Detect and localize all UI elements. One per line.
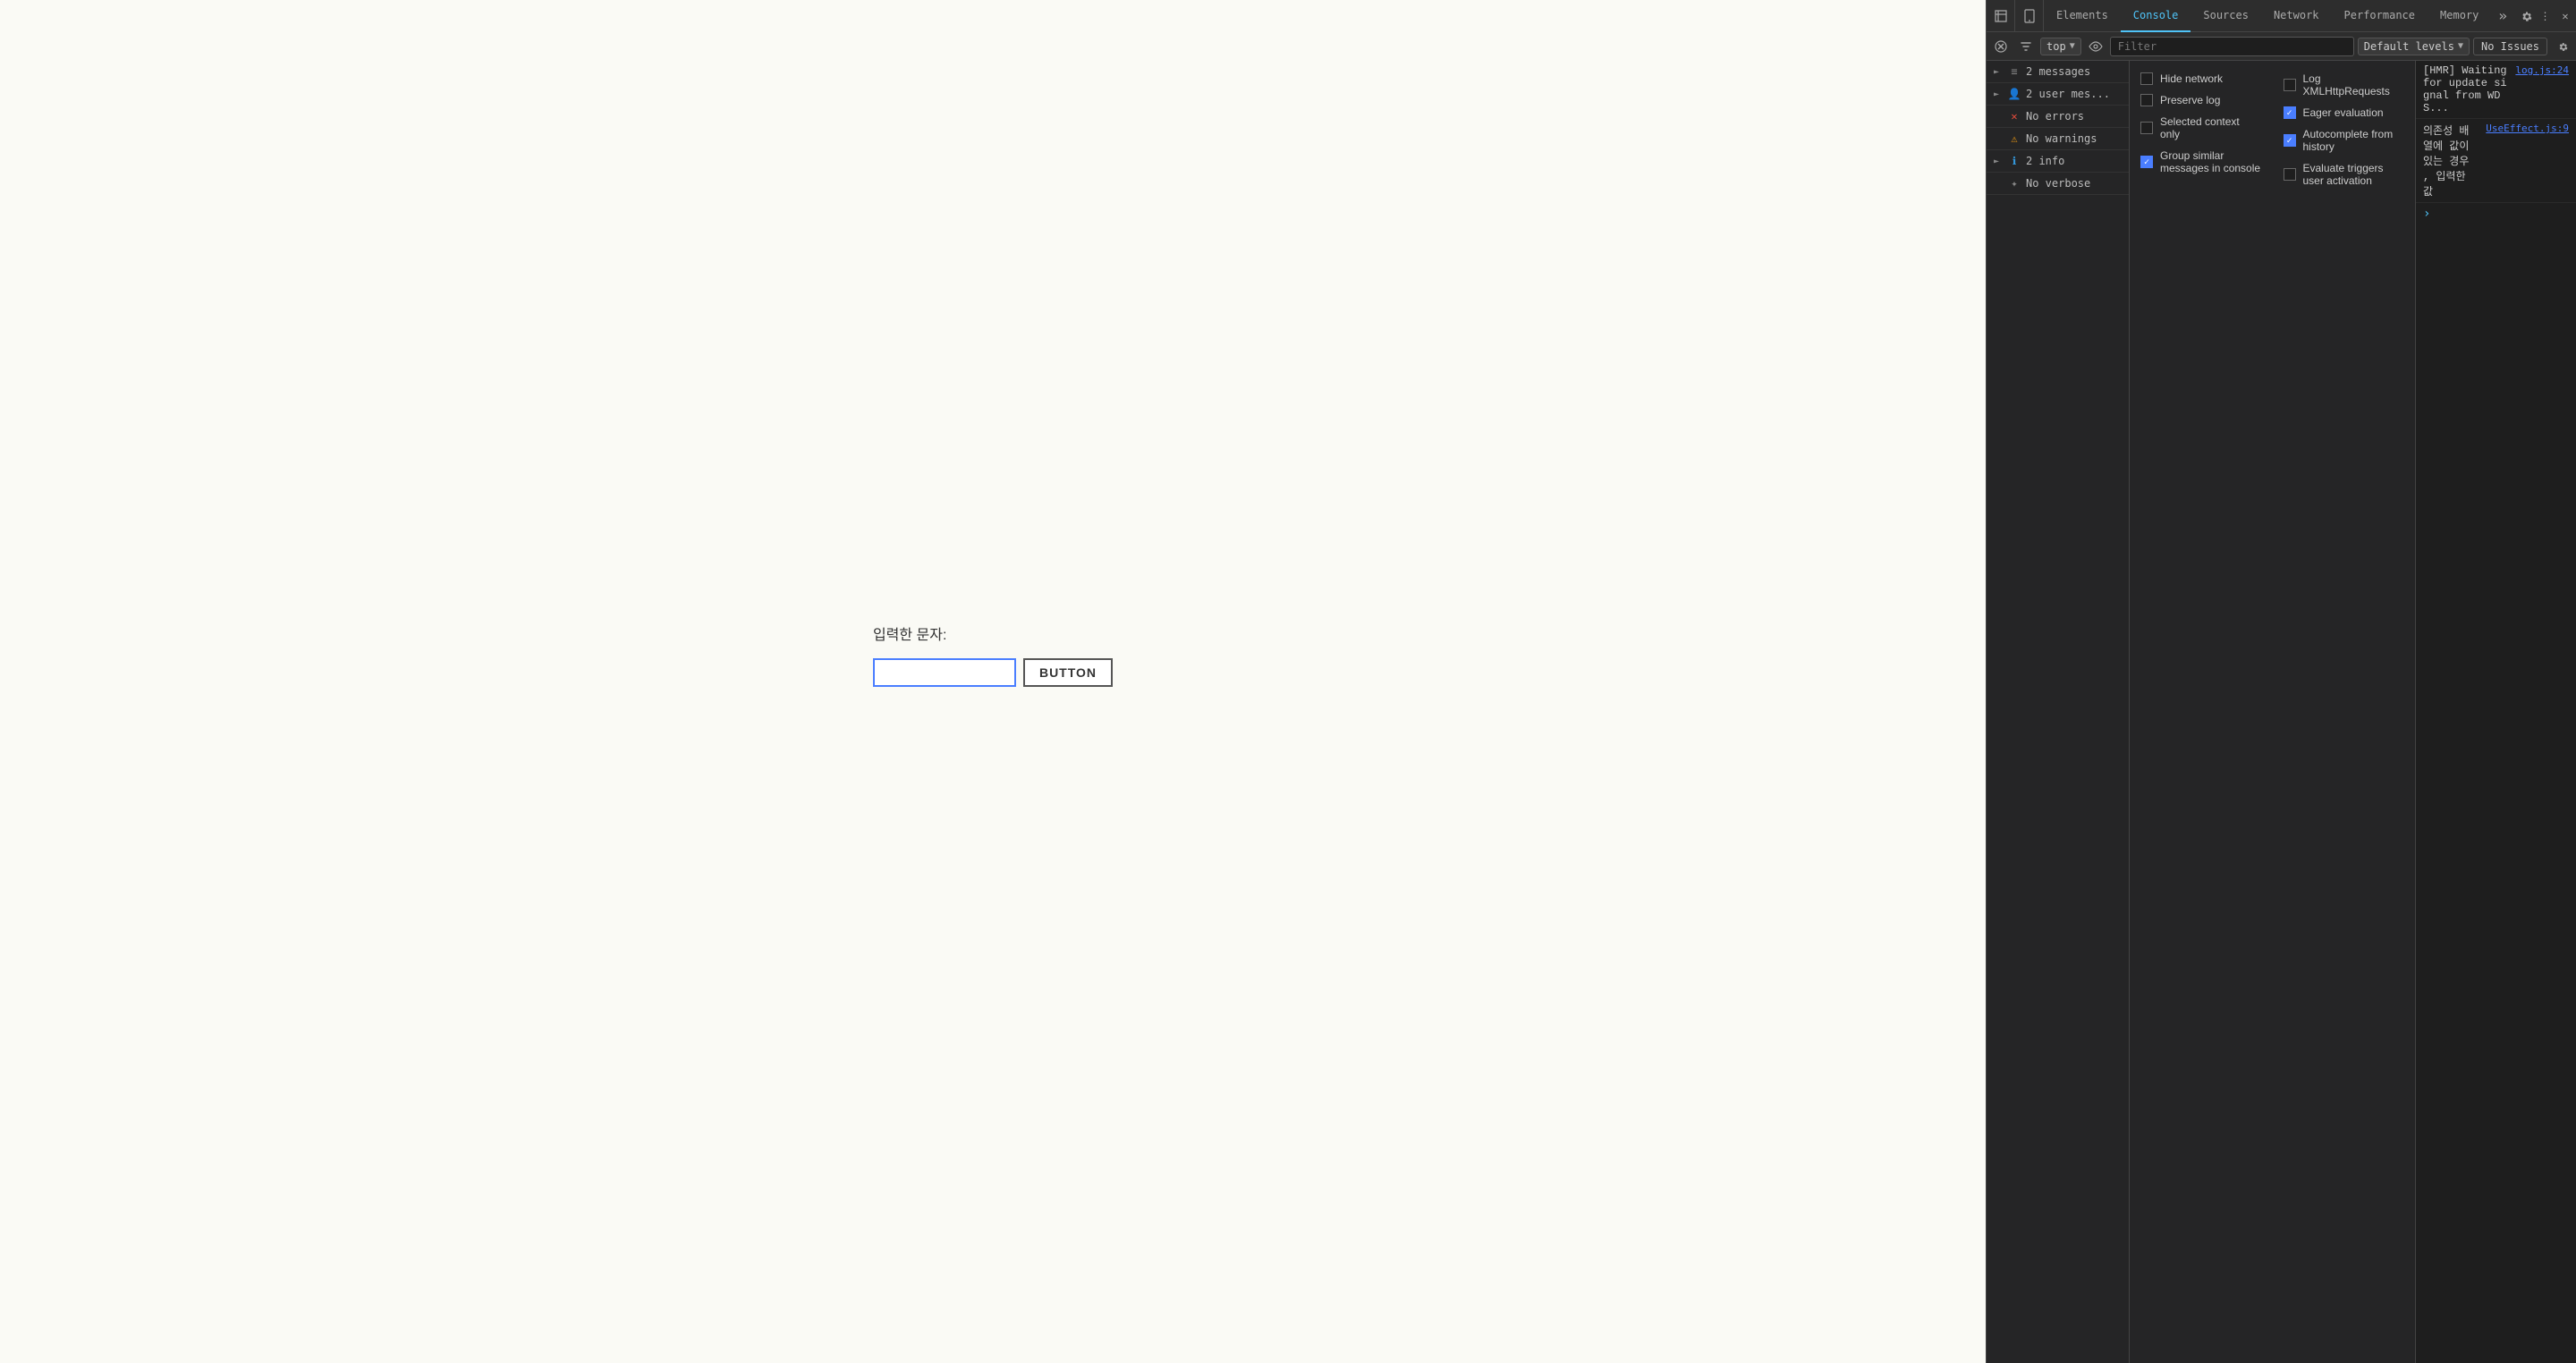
live-expressions-icon[interactable] [2085,36,2106,57]
log-text-dependency-log: 의존성 배열에 값이 있는 경우 , 입력한 값 [2423,123,2479,199]
settings-row-autocomplete[interactable]: ✓ Autocomplete from history [2273,123,2416,157]
checkbox-hide-network[interactable] [2140,72,2153,85]
console-toolbar: top ▼ Default levels ▼ No Issues [1987,32,2576,61]
sidebar-item-verbose[interactable]: ✦ No verbose [1987,173,2129,195]
prompt-arrow-icon: › [2423,207,2430,221]
more-tabs-icon[interactable]: » [2491,7,2514,24]
checkbox-eval-triggers[interactable] [2284,168,2296,181]
level-label: Default levels [2364,40,2454,53]
inspect-element-icon[interactable] [1987,0,2015,32]
context-label: top [2046,40,2066,53]
console-filter-icon[interactable] [2015,36,2037,57]
devtools-panel: Elements Console Sources Network Perform… [1986,0,2576,1363]
sidebar-item-info[interactable]: ► ℹ 2 info [1987,150,2129,173]
expand-arrow-user-messages: ► [1994,89,2003,99]
sidebar-label-messages: 2 messages [2026,65,2090,78]
sidebar-icon-warnings: ⚠ [2008,132,2021,145]
console-settings-panel: Hide network Preserve log Selected context… [2130,61,2416,1363]
clear-console-icon[interactable] [1990,36,2012,57]
console-log-area: [HMR] Waiting for update signal from WDS… [2416,61,2576,1363]
settings-right-col: Log XMLHttpRequests ✓ Eager evaluation ✓ Aut… [2273,68,2416,191]
checkbox-selected-context[interactable] [2140,122,2153,134]
context-dropdown-icon: ▼ [2070,41,2075,51]
sidebar-item-user-messages[interactable]: ► 👤 2 user mes... [1987,83,2129,106]
console-sidebar: ► ≡ 2 messages ► 👤 2 user mes... ✕ No errors ⚠ No… [1987,61,2130,1363]
settings-label-eager-eval: Eager evaluation [2303,106,2384,119]
context-selector[interactable]: top ▼ [2040,38,2081,55]
settings-label-group-similar: Group similar messages in console [2160,149,2262,174]
settings-left-col: Hide network Preserve log Selected context… [2130,68,2273,191]
settings-row-selected-context[interactable]: Selected context only [2130,111,2273,145]
sidebar-label-verbose: No verbose [2026,177,2090,190]
text-input[interactable] [873,658,1016,687]
console-prompt-row: › [2416,203,2576,224]
settings-row-hide-network[interactable]: Hide network [2130,68,2273,89]
tab-elements[interactable]: Elements [2044,0,2121,32]
settings-label-autocomplete: Autocomplete from history [2303,128,2405,153]
sidebar-item-errors[interactable]: ✕ No errors [1987,106,2129,128]
input-row: BUTTON [873,658,1113,687]
checkbox-eager-eval[interactable]: ✓ [2284,106,2296,119]
settings-label-hide-network: Hide network [2160,72,2223,85]
sidebar-label-user-messages: 2 user mes... [2026,88,2110,100]
settings-row-eager-eval[interactable]: ✓ Eager evaluation [2273,102,2416,123]
devtools-more-options-icon[interactable]: ⋮ [2536,0,2555,32]
tab-console[interactable]: Console [2121,0,2191,32]
sidebar-icon-user-messages: 👤 [2008,88,2021,100]
sidebar-label-warnings: No warnings [2026,132,2097,145]
settings-row-log-xml[interactable]: Log XMLHttpRequests [2273,68,2416,102]
tab-memory[interactable]: Memory [2428,0,2491,32]
settings-row-preserve-log[interactable]: Preserve log [2130,89,2273,111]
log-source-dependency-log[interactable]: UseEffect.js:9 [2486,123,2569,134]
devtools-settings-icon[interactable] [2514,0,2536,32]
sidebar-icon-messages: ≡ [2008,65,2021,78]
sidebar-icon-verbose: ✦ [2008,177,2021,190]
page-content: 입력한 문자: BUTTON [873,622,1113,687]
device-toolbar-icon[interactable] [2015,0,2044,32]
tab-performance[interactable]: Performance [2332,0,2428,32]
checkbox-group-similar[interactable]: ✓ [2140,156,2153,168]
settings-label-log-xml: Log XMLHttpRequests [2303,72,2405,97]
sidebar-item-warnings[interactable]: ⚠ No warnings [1987,128,2129,150]
sidebar-label-info: 2 info [2026,155,2064,167]
sidebar-icon-errors: ✕ [2008,110,2021,123]
console-filter-input[interactable] [2110,37,2354,56]
console-prompt-input[interactable] [2436,207,2569,220]
checkbox-preserve-log[interactable] [2140,94,2153,106]
sidebar-icon-info: ℹ [2008,155,2021,167]
console-settings-icon[interactable] [2551,36,2572,57]
settings-row-group-similar[interactable]: ✓ Group similar messages in console [2130,145,2273,179]
sidebar-label-errors: No errors [2026,110,2084,123]
checkbox-autocomplete[interactable]: ✓ [2284,134,2296,147]
devtools-close-icon[interactable]: ✕ [2555,0,2576,32]
devtools-tabs-bar: Elements Console Sources Network Perform… [1987,0,2576,32]
settings-label-preserve-log: Preserve log [2160,94,2220,106]
log-source-hmr-log[interactable]: log.js:24 [2515,64,2569,76]
tab-network[interactable]: Network [2261,0,2332,32]
console-body: ► ≡ 2 messages ► 👤 2 user mes... ✕ No errors ⚠ No… [1987,61,2576,1363]
settings-label-selected-context: Selected context only [2160,115,2262,140]
log-text-hmr-log: [HMR] Waiting for update signal from WDS… [2423,64,2508,114]
tab-sources[interactable]: Sources [2190,0,2261,32]
checkbox-log-xml[interactable] [2284,79,2296,91]
sidebar-item-messages[interactable]: ► ≡ 2 messages [1987,61,2129,83]
settings-label-eval-triggers: Evaluate triggers user activation [2303,162,2405,187]
level-selector[interactable]: Default levels ▼ [2358,38,2470,55]
log-entry-dependency-log: 의존성 배열에 값이 있는 경우 , 입력한 값 UseEffect.js:9 [2416,119,2576,203]
expand-arrow-info: ► [1994,157,2003,166]
expand-arrow-messages: ► [1994,67,2003,77]
input-label: 입력한 문자: [873,622,947,644]
no-issues-badge: No Issues [2473,38,2547,55]
settings-row-eval-triggers[interactable]: Evaluate triggers user activation [2273,157,2416,191]
log-entry-hmr-log: [HMR] Waiting for update signal from WDS… [2416,61,2576,119]
main-page: 입력한 문자: BUTTON [0,0,1986,1363]
level-dropdown-icon: ▼ [2458,41,2463,51]
action-button[interactable]: BUTTON [1023,658,1113,687]
